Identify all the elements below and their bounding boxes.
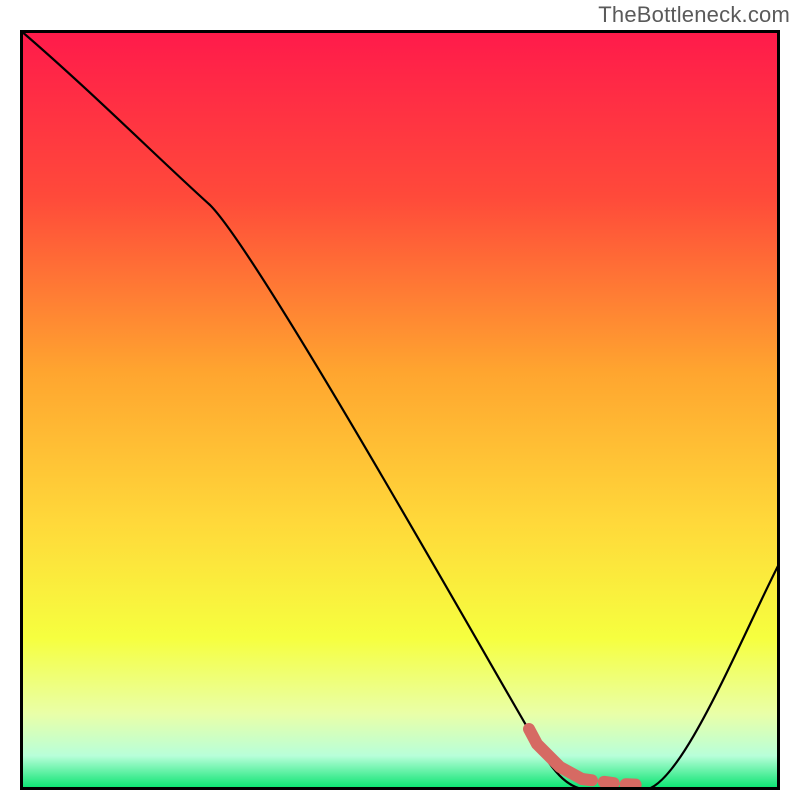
watermark-text: TheBottleneck.com <box>598 2 790 28</box>
optimal-zone-dashed <box>582 779 643 785</box>
bottleneck-chart <box>20 30 780 790</box>
chart-background-gradient <box>20 30 780 790</box>
